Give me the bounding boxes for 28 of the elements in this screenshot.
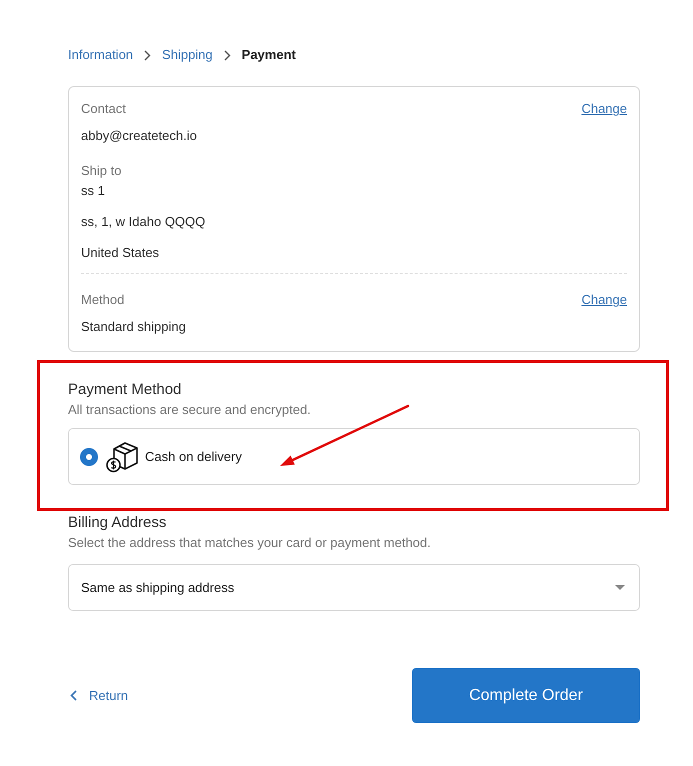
- breadcrumb-link[interactable]: Shipping: [162, 45, 213, 65]
- complete-order-button[interactable]: Complete Order: [412, 668, 640, 723]
- detail-text: ss 1: [81, 182, 106, 200]
- option-label: Cash on delivery: [145, 448, 242, 466]
- section-label: Contact: [81, 100, 126, 118]
- detail-text: United States: [81, 244, 160, 262]
- change-link[interactable]: Change: [581, 290, 627, 310]
- change-link[interactable]: Change: [581, 99, 627, 119]
- return-link[interactable]: Return: [68, 686, 128, 706]
- detail-text: Standard shipping: [81, 318, 187, 336]
- section-heading: Billing Address: [68, 513, 168, 533]
- chevron-left-icon: [70, 690, 77, 701]
- section-heading: Payment Method: [68, 380, 182, 400]
- section-label: Method: [81, 291, 124, 310]
- caret-down-icon: [615, 585, 625, 590]
- box-with-coin-icon: [106, 440, 138, 472]
- breadcrumb-link[interactable]: Information: [68, 45, 134, 65]
- radio-button-icon[interactable]: [80, 448, 98, 466]
- detail-text: abby@createtech.io: [81, 127, 198, 145]
- section-label: Ship to: [81, 162, 122, 180]
- chevron-right-icon: [224, 50, 231, 60]
- payment-option[interactable]: Cash on delivery: [68, 428, 640, 485]
- billing-address-select[interactable]: Same as shipping address: [68, 564, 640, 611]
- chevron-right-icon: [144, 50, 152, 60]
- section-subtitle: All transactions are secure and encrypted.: [68, 401, 312, 419]
- detail-text: ss, 1, w Idaho QQQQ: [81, 213, 206, 231]
- section-subtitle: Select the address that matches your card or payment method.: [68, 534, 432, 552]
- breadcrumb-current: Payment: [242, 46, 296, 64]
